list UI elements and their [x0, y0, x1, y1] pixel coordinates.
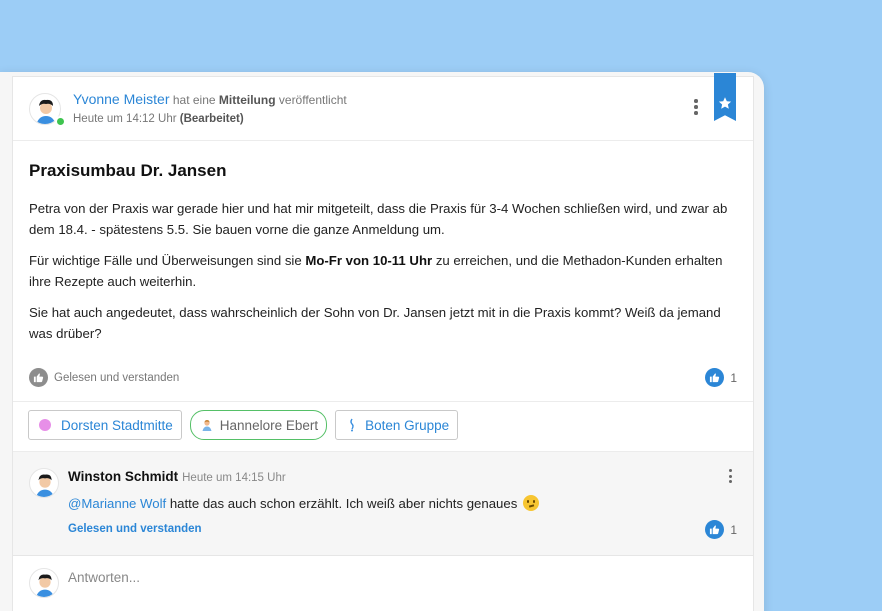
ack-label: Gelesen und verstanden: [54, 371, 180, 384]
post-paragraph-3: Sie hat auch angedeutet, dass wahrschein…: [29, 305, 721, 341]
comment-body: hatte das auch schon erzählt. Ich weiß a…: [169, 496, 518, 511]
online-status-dot: [55, 116, 66, 127]
reply-bar: [13, 556, 753, 606]
action-type: Mitteilung: [218, 93, 276, 107]
tag-dorsten-stadtmitte[interactable]: Dorsten Stadtmitte: [28, 410, 182, 440]
post-header: Yvonne Meister hat eine Mitteilung veröf…: [13, 73, 753, 141]
comment-more-options-icon[interactable]: [729, 469, 735, 486]
tag-boten-gruppe[interactable]: Boten Gruppe: [335, 410, 459, 440]
comment-like-counter[interactable]: 1: [705, 520, 737, 539]
person-icon: [201, 418, 213, 432]
comment-like-count: 1: [730, 522, 737, 537]
comment-time: Heute um 14:15 Uhr: [182, 472, 286, 484]
recipient-tags: Dorsten Stadtmitte Hannelore Ebert Boten…: [13, 402, 753, 452]
paragraph2-bold: Mo-Fr von 10-11 Uhr: [305, 253, 433, 268]
like-thumb-icon: [705, 368, 725, 387]
tag-hannelore-ebert[interactable]: Hannelore Ebert: [189, 410, 328, 440]
reply-input[interactable]: [68, 570, 628, 585]
post-paragraph-2: Für wichtige Fälle und Überweisungen sin…: [29, 250, 737, 292]
like-counter[interactable]: 1: [705, 368, 737, 387]
commenter-avatar[interactable]: [29, 468, 59, 498]
comment-like-thumb-icon: [705, 520, 725, 539]
action-post: veröffentlicht: [278, 93, 347, 107]
author-name[interactable]: Yvonne Meister: [73, 91, 170, 107]
post-body: Praxisumbau Dr. Jansen Petra von der Pra…: [13, 141, 753, 344]
comment-author-name[interactable]: Winston Schmidt: [68, 469, 178, 484]
post-title: Praxisumbau Dr. Jansen: [29, 161, 227, 180]
paragraph2-pre: Für wichtige Fälle und Überweisungen sin…: [29, 253, 302, 268]
author-line: Yvonne Meister hat eine Mitteilung veröf…: [73, 91, 347, 107]
like-count: 1: [730, 370, 737, 385]
thinking-emoji-icon: [523, 495, 539, 511]
post-meta: Heute um 14:12 Uhr (Bearbeitet): [73, 113, 244, 125]
post-actions: Gelesen und verstanden 1: [13, 358, 753, 402]
comment-ack-button[interactable]: Gelesen und verstanden: [68, 523, 202, 535]
current-user-avatar: [29, 568, 59, 598]
mention-link[interactable]: @Marianne Wolf: [68, 496, 166, 511]
ack-button[interactable]: Gelesen und verstanden: [29, 368, 179, 387]
edited-label: (Bearbeitet): [179, 113, 244, 125]
post-paragraph-1: Petra von der Praxis war gerade hier und…: [29, 201, 728, 237]
comment-author: Winston Schmidt Heute um 14:15 Uhr: [68, 469, 286, 484]
tag-label: Boten Gruppe: [365, 417, 450, 433]
post-time: Heute um 14:12 Uhr: [73, 113, 177, 125]
post-more-options-icon[interactable]: [689, 99, 703, 119]
tag-label: Dorsten Stadtmitte: [61, 417, 173, 433]
thumbs-up-icon: [29, 368, 48, 387]
action-pre: hat eine: [172, 93, 216, 107]
group-icon: [346, 418, 358, 432]
bookmark-star-icon[interactable]: [714, 73, 736, 121]
post-card: Yvonne Meister hat eine Mitteilung veröf…: [12, 73, 754, 611]
location-dot-icon: [39, 419, 51, 431]
comment-item: Winston Schmidt Heute um 14:15 Uhr @Maria…: [13, 452, 753, 556]
comment-text: @Marianne Wolf hatte das auch schon erzä…: [68, 495, 539, 511]
tag-label: Hannelore Ebert: [219, 417, 319, 433]
